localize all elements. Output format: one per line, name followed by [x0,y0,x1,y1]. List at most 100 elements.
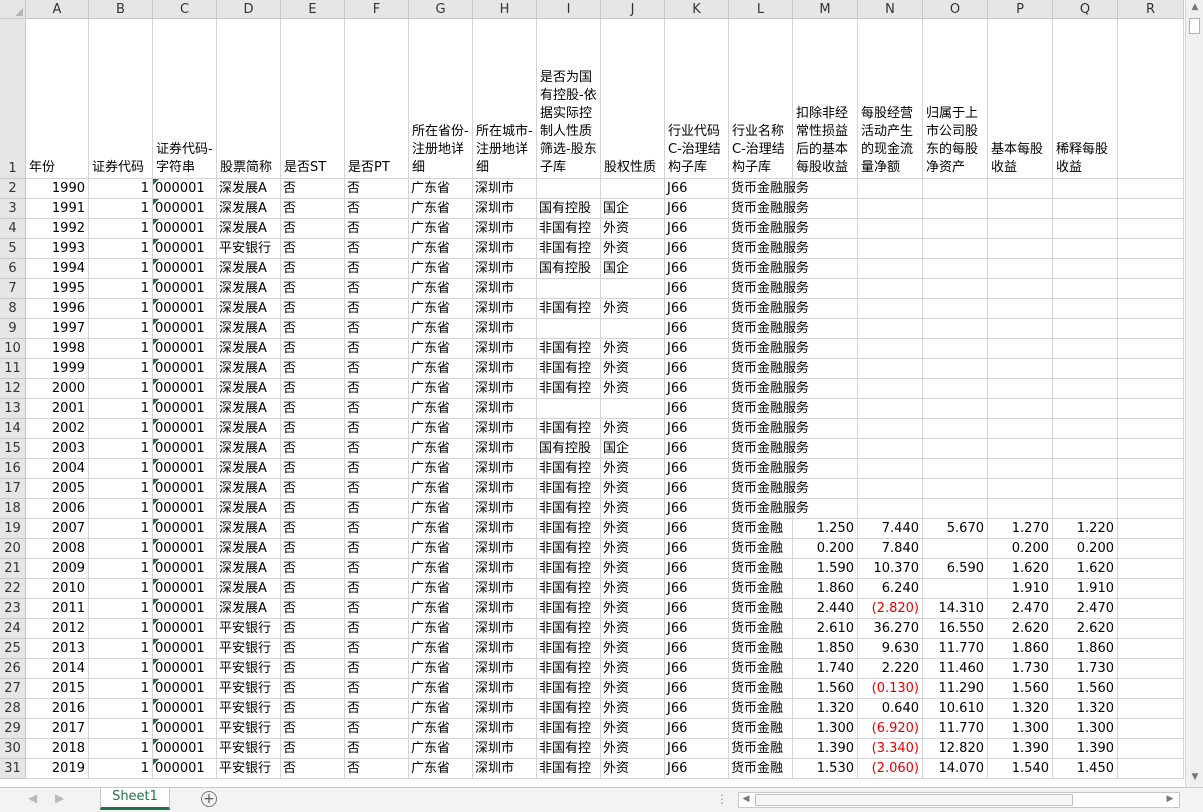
cell-i13[interactable] [537,399,601,419]
cell-q23[interactable]: 2.470 [1053,599,1118,619]
cell-e20[interactable]: 否 [281,539,345,559]
cell-f29[interactable]: 否 [345,719,409,739]
cell-d31[interactable]: 平安银行 [217,759,281,779]
cell-k3[interactable]: J66 [665,199,729,219]
cell-e18[interactable]: 否 [281,499,345,519]
cell-p13[interactable] [988,399,1053,419]
cell-a7[interactable]: 1995 [26,279,89,299]
header-cell-f[interactable]: 是否PT [345,19,409,179]
cell-r22[interactable] [1118,579,1184,599]
cell-a21[interactable]: 2009 [26,559,89,579]
cell-g25[interactable]: 广东省 [409,639,473,659]
cell-f12[interactable]: 否 [345,379,409,399]
cell-i24[interactable]: 非国有控 [537,619,601,639]
cell-p18[interactable] [988,499,1053,519]
cell-q29[interactable]: 1.300 [1053,719,1118,739]
column-header-a[interactable]: A [26,0,89,19]
cell-i21[interactable]: 非国有控 [537,559,601,579]
row-header-13[interactable]: 13 [0,399,26,419]
cell-h4[interactable]: 深圳市 [473,219,537,239]
cell-k30[interactable]: J66 [665,739,729,759]
cell-f19[interactable]: 否 [345,519,409,539]
cell-r8[interactable] [1118,299,1184,319]
row-header-5[interactable]: 5 [0,239,26,259]
cell-p24[interactable]: 2.620 [988,619,1053,639]
cell-c7[interactable]: 000001 [153,279,217,299]
cell-n19[interactable]: 7.440 [858,519,923,539]
column-header-n[interactable]: N [858,0,923,19]
cell-f3[interactable]: 否 [345,199,409,219]
cell-m19[interactable]: 1.250 [793,519,858,539]
cell-j22[interactable]: 外资 [601,579,665,599]
cell-d13[interactable]: 深发展A [217,399,281,419]
cell-k12[interactable]: J66 [665,379,729,399]
cell-q5[interactable] [1053,239,1118,259]
horizontal-scroll-thumb[interactable] [755,794,1073,806]
cell-b17[interactable]: 1 [89,479,153,499]
row-header-26[interactable]: 26 [0,659,26,679]
cell-g13[interactable]: 广东省 [409,399,473,419]
cell-r15[interactable] [1118,439,1184,459]
cell-c31[interactable]: 000001 [153,759,217,779]
cell-p9[interactable] [988,319,1053,339]
column-header-e[interactable]: E [281,0,345,19]
cell-g4[interactable]: 广东省 [409,219,473,239]
cell-f26[interactable]: 否 [345,659,409,679]
cell-j31[interactable]: 外资 [601,759,665,779]
header-cell-n[interactable]: 每股经营活动产生的现金流量净额 [858,19,923,179]
cell-j17[interactable]: 外资 [601,479,665,499]
row-header-21[interactable]: 21 [0,559,26,579]
cell-n3[interactable] [858,199,923,219]
header-cell-q[interactable]: 稀释每股收益 [1053,19,1118,179]
cell-l17[interactable]: 货币金融服务 [729,479,809,499]
cell-p19[interactable]: 1.270 [988,519,1053,539]
cell-j3[interactable]: 国企 [601,199,665,219]
cell-n17[interactable] [858,479,923,499]
cell-e24[interactable]: 否 [281,619,345,639]
cell-h26[interactable]: 深圳市 [473,659,537,679]
cell-o8[interactable] [923,299,988,319]
row-header-31[interactable]: 31 [0,759,26,779]
cell-j5[interactable]: 外资 [601,239,665,259]
cell-h2[interactable]: 深圳市 [473,179,537,199]
cell-n4[interactable] [858,219,923,239]
row-header-3[interactable]: 3 [0,199,26,219]
cell-r11[interactable] [1118,359,1184,379]
cell-f5[interactable]: 否 [345,239,409,259]
cell-f22[interactable]: 否 [345,579,409,599]
cell-r2[interactable] [1118,179,1184,199]
cell-b28[interactable]: 1 [89,699,153,719]
cell-j12[interactable]: 外资 [601,379,665,399]
header-cell-e[interactable]: 是否ST [281,19,345,179]
cell-q15[interactable] [1053,439,1118,459]
cell-l12[interactable]: 货币金融服务 [729,379,809,399]
cell-q31[interactable]: 1.450 [1053,759,1118,779]
cell-o13[interactable] [923,399,988,419]
cell-p11[interactable] [988,359,1053,379]
cell-g26[interactable]: 广东省 [409,659,473,679]
cell-d7[interactable]: 深发展A [217,279,281,299]
cell-d9[interactable]: 深发展A [217,319,281,339]
cell-d29[interactable]: 平安银行 [217,719,281,739]
cell-j6[interactable]: 国企 [601,259,665,279]
cell-k31[interactable]: J66 [665,759,729,779]
cell-a15[interactable]: 2003 [26,439,89,459]
cell-o27[interactable]: 11.290 [923,679,988,699]
cell-e21[interactable]: 否 [281,559,345,579]
cell-b14[interactable]: 1 [89,419,153,439]
cell-j23[interactable]: 外资 [601,599,665,619]
cell-f6[interactable]: 否 [345,259,409,279]
cell-n29[interactable]: (6.920) [858,719,923,739]
cell-d23[interactable]: 深发展A [217,599,281,619]
header-cell-r[interactable] [1118,19,1184,179]
cell-f7[interactable]: 否 [345,279,409,299]
cell-i28[interactable]: 非国有控 [537,699,601,719]
cell-a22[interactable]: 2010 [26,579,89,599]
cell-l21[interactable]: 货币金融 [729,559,793,579]
cell-k27[interactable]: J66 [665,679,729,699]
cell-j27[interactable]: 外资 [601,679,665,699]
cell-e25[interactable]: 否 [281,639,345,659]
cell-g22[interactable]: 广东省 [409,579,473,599]
cell-i17[interactable]: 非国有控 [537,479,601,499]
cell-b8[interactable]: 1 [89,299,153,319]
